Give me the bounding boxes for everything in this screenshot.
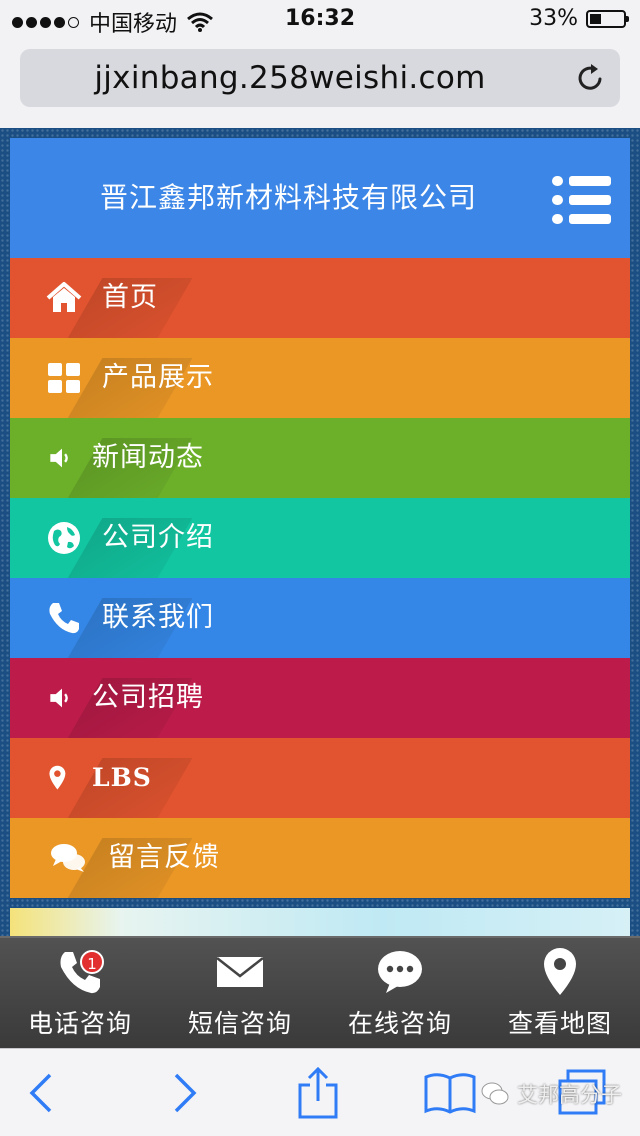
- nav-item-label: 留言反馈: [108, 842, 220, 873]
- contact-label: 在线咨询: [347, 1009, 452, 1038]
- chat-bubble-icon: [378, 951, 422, 993]
- banner-image: [10, 908, 630, 936]
- nav-item-news[interactable]: 新闻动态: [10, 418, 630, 498]
- home-icon: [46, 282, 82, 312]
- nav-item-label: 联系我们: [102, 602, 214, 633]
- notification-badge: 1: [80, 950, 104, 974]
- battery-icon: [586, 9, 629, 28]
- browser-toolbar: 艾邦高分子: [0, 1048, 640, 1136]
- contact-map-button[interactable]: 查看地图: [480, 938, 640, 1048]
- nav-item-contact[interactable]: 联系我们: [10, 578, 630, 658]
- contact-online-button[interactable]: 在线咨询: [320, 938, 480, 1048]
- watermark-text: 艾邦高分子: [517, 1083, 622, 1107]
- envelope-icon: [216, 957, 264, 987]
- wechat-watermark: 艾邦高分子: [481, 1079, 622, 1109]
- chat-icon: [51, 844, 85, 872]
- browser-chrome: jjxinbang.258weishi.com: [0, 40, 640, 128]
- main-nav: 首页 产品展示 新闻动态 公司介绍 联系我们 公司招聘 LBS 留言反馈: [10, 258, 630, 898]
- map-pin-icon: [49, 765, 66, 790]
- web-page: 晋江鑫邦新材料科技有限公司 首页 产品展示 新闻动态 公司介绍 联系我们 公司招…: [0, 128, 640, 936]
- grid-icon: [48, 363, 80, 393]
- nav-item-label: 首页: [102, 282, 158, 313]
- nav-item-products[interactable]: 产品展示: [10, 338, 630, 418]
- contact-label: 查看地图: [507, 1009, 612, 1038]
- nav-item-lbs[interactable]: LBS: [10, 738, 630, 818]
- globe-icon: [48, 522, 80, 554]
- phone-icon: [49, 603, 79, 634]
- nav-item-home[interactable]: 首页: [10, 258, 630, 338]
- status-bar: 中国移动 16:32 33%: [0, 0, 640, 40]
- status-right: 33%: [529, 6, 629, 31]
- site-title: 晋江鑫邦新材料科技有限公司: [100, 181, 478, 214]
- back-icon[interactable]: [18, 1067, 70, 1119]
- nav-item-label: 公司招聘: [92, 682, 204, 713]
- share-icon[interactable]: [292, 1067, 344, 1119]
- nav-item-recruit[interactable]: 公司招聘: [10, 658, 630, 738]
- speaker-icon: [50, 448, 68, 468]
- nav-item-label: LBS: [92, 763, 152, 792]
- nav-item-label: 新闻动态: [92, 442, 204, 473]
- speaker-icon: [50, 688, 68, 708]
- wechat-icon: [481, 1082, 509, 1105]
- address-bar[interactable]: jjxinbang.258weishi.com: [20, 49, 620, 107]
- nav-item-label: 公司介绍: [102, 522, 214, 553]
- reload-icon[interactable]: [574, 62, 606, 94]
- menu-list-icon[interactable]: [552, 176, 612, 224]
- contact-label: 短信咨询: [187, 1009, 292, 1038]
- contact-bar: 1 电话咨询 短信咨询 在线咨询 查看地图: [0, 936, 640, 1048]
- forward-icon[interactable]: [156, 1067, 208, 1119]
- contact-sms-button[interactable]: 短信咨询: [160, 938, 320, 1048]
- battery-percent: 33%: [529, 6, 578, 31]
- site-header: 晋江鑫邦新材料科技有限公司: [10, 138, 630, 258]
- contact-label: 电话咨询: [27, 1009, 132, 1038]
- nav-item-about[interactable]: 公司介绍: [10, 498, 630, 578]
- map-pin-icon: [544, 948, 576, 995]
- nav-item-label: 产品展示: [102, 362, 214, 393]
- url-text[interactable]: jjxinbang.258weishi.com: [20, 49, 560, 107]
- nav-item-feedback[interactable]: 留言反馈: [10, 818, 630, 898]
- bookmarks-icon[interactable]: [424, 1067, 476, 1119]
- contact-phone-button[interactable]: 1 电话咨询: [0, 938, 160, 1048]
